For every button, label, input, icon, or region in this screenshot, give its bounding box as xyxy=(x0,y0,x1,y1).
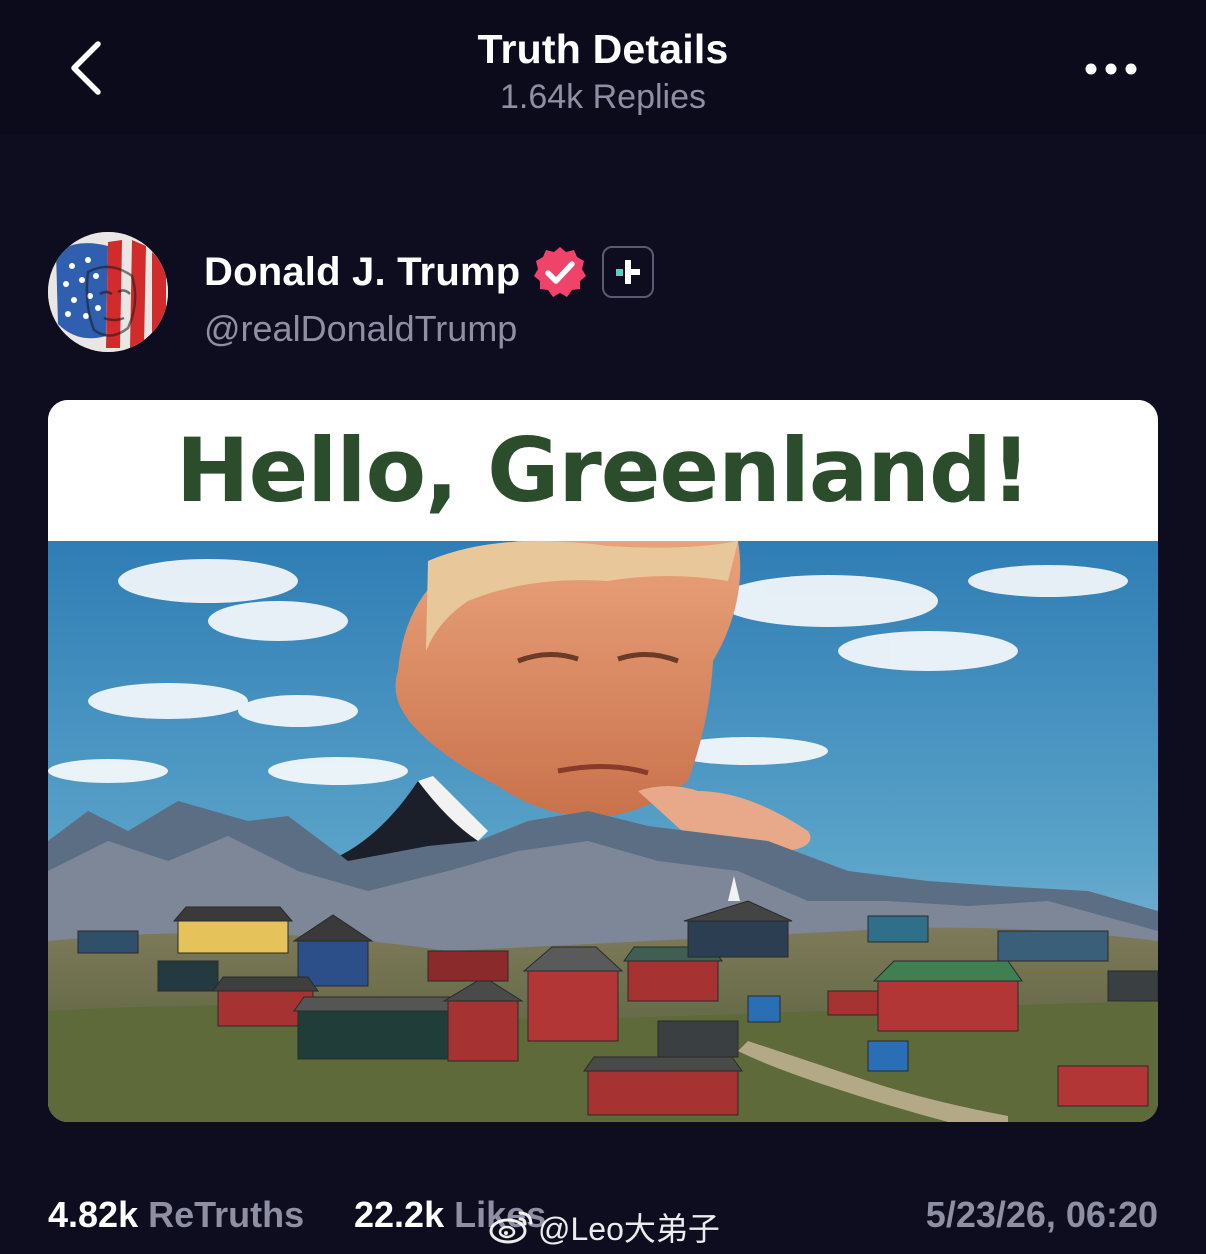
retruths-label: ReTruths xyxy=(148,1194,305,1235)
watermark: @Leo大弟子 xyxy=(488,1206,720,1248)
author-name[interactable]: Donald J. Trump xyxy=(204,250,520,295)
post-timestamp: 5/23/26, 06:20 xyxy=(925,1194,1158,1235)
weibo-logo-icon xyxy=(489,1211,533,1244)
page-title: Truth Details xyxy=(477,26,729,72)
header-titles: Truth Details 1.64k Replies xyxy=(0,24,1206,120)
truth-details-page: Truth Details 1.64k Replies Donald J. Tr… xyxy=(0,0,1206,1254)
greenland-village-image xyxy=(48,541,1158,1122)
author-name-row: Donald J. Trump xyxy=(204,240,655,304)
replies-count[interactable]: 1.64k Replies xyxy=(0,74,1206,120)
author-handle[interactable]: @realDonaldTrump xyxy=(204,308,517,350)
avatar-image xyxy=(48,232,168,352)
media-banner: Hello, Greenland! xyxy=(48,400,1158,541)
watermark-text: @Leo大弟子 xyxy=(538,1211,720,1247)
top-bar: Truth Details 1.64k Replies xyxy=(0,0,1206,135)
verified-badge-icon xyxy=(534,247,587,297)
media-banner-text: Hello, Greenland! xyxy=(175,419,1031,522)
retruths-stat[interactable]: 4.82k ReTruths xyxy=(48,1194,304,1236)
avatar[interactable] xyxy=(48,232,168,352)
more-options-button[interactable] xyxy=(1080,48,1142,90)
likes-count: 22.2k xyxy=(354,1194,445,1235)
retruths-count: 4.82k xyxy=(48,1194,139,1235)
ellipsis-horizontal-icon xyxy=(1085,63,1137,75)
plus-badge xyxy=(602,246,655,298)
post-media[interactable]: Hello, Greenland! xyxy=(48,400,1158,1122)
plus-badge-icon xyxy=(616,260,641,284)
